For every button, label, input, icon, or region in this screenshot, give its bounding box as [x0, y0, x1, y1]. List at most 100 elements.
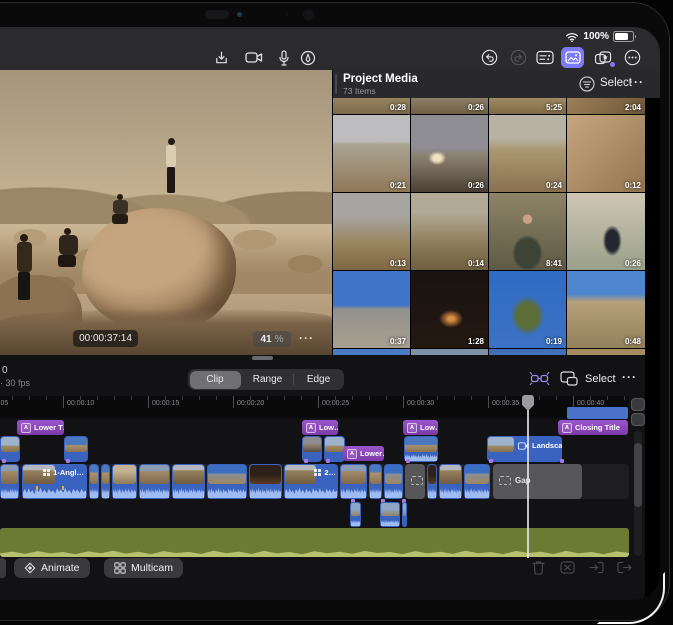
storyline-clip[interactable] [172, 464, 205, 499]
audio-waveform [23, 485, 86, 498]
clip-duration: 0:14 [468, 259, 484, 268]
viewer-person-standing-left [16, 234, 34, 304]
media-filter-button[interactable] [579, 76, 595, 92]
panel-resize-handle[interactable] [252, 356, 273, 360]
title-clip[interactable]: ALower… [343, 446, 384, 461]
storyline-clip[interactable] [439, 464, 462, 499]
storyline-clip[interactable] [207, 464, 247, 499]
media-thumbnail[interactable]: 0:26 [567, 193, 645, 270]
viewer-person-sitting [112, 194, 130, 228]
timeline-more-button[interactable]: ··· [622, 370, 637, 384]
media-thumbnail[interactable]: 0:19 [489, 271, 566, 348]
ruler-label: 00:00:40 [577, 400, 604, 407]
storyline-clip-multicam[interactable]: 2… [284, 464, 338, 499]
viewer-overlay-button[interactable] [560, 371, 578, 386]
viewer-zoom-control[interactable]: 41 % [253, 331, 291, 347]
title-clip-closing[interactable]: AClosing Title [558, 420, 628, 435]
clip-duration: 0:19 [546, 337, 562, 346]
storyline-clip[interactable] [464, 464, 490, 499]
media-thumbnail[interactable]: 5:25 [489, 98, 566, 114]
media-thumbnail[interactable]: 0:12 [567, 115, 645, 192]
clip-thumbnail [341, 465, 366, 484]
redo-button[interactable] [507, 48, 529, 67]
connected-clip-landscape[interactable]: Landscap… [487, 436, 562, 462]
viewer-more-button[interactable]: ··· [299, 331, 314, 345]
import-button[interactable] [210, 48, 232, 67]
media-thumbnail[interactable]: 0:37 [333, 271, 410, 348]
media-more-button[interactable]: ··· [629, 75, 644, 89]
clip-thumbnail [102, 465, 109, 484]
media-thumbnail[interactable]: 0:24 [489, 115, 566, 192]
media-select-button[interactable]: Select [600, 77, 632, 89]
media-thumbnail[interactable]: 0:26 [411, 98, 488, 114]
inspector-button[interactable] [534, 48, 556, 67]
timeline-ruler[interactable]: 00:00:05 00:00:10 00:00:15 00:00:20 00:0… [0, 396, 629, 418]
storyline-clip[interactable] [112, 464, 137, 499]
effects-button[interactable] [592, 48, 614, 67]
ruler-label: 00:00:10 [67, 400, 94, 407]
title-clip[interactable]: ALow… [403, 420, 438, 435]
timeline-section: 0 · 30 fps Clip Range Edge Select ··· [0, 355, 645, 600]
media-browser-button[interactable] [561, 47, 584, 68]
storyline-clip-multicam[interactable]: 1-Angl… [22, 464, 87, 499]
clip-duration: 5:25 [546, 103, 562, 112]
clip-duration: 1:28 [468, 337, 484, 346]
panel-drag-bar[interactable] [335, 74, 337, 94]
toolbar-partial-button[interactable] [0, 558, 6, 578]
storyline-clip[interactable] [139, 464, 170, 499]
multicam-button[interactable]: Multicam [104, 558, 183, 578]
pencil-tool-button[interactable] [297, 48, 319, 67]
connected-clip-bar[interactable] [567, 407, 628, 419]
media-thumbnail[interactable]: 0:14 [411, 193, 488, 270]
record-button[interactable] [243, 48, 265, 67]
media-thumbnail[interactable]: 0:13 [333, 193, 410, 270]
media-thumbnail[interactable]: 8:41 [489, 193, 566, 270]
undo-button[interactable] [478, 48, 500, 67]
audio-waveform [208, 485, 246, 498]
gap-clip-small[interactable]: G… [405, 464, 425, 499]
storyline-clip[interactable] [340, 464, 367, 499]
mode-clip[interactable]: Clip [190, 371, 241, 389]
audio-waveform [250, 485, 281, 498]
delete-button[interactable] [529, 559, 547, 576]
storyline-clip[interactable] [249, 464, 282, 499]
connected-clip-below[interactable] [350, 502, 361, 527]
viewer-timecode[interactable]: 00:00:37:14 [73, 330, 138, 347]
storyline-clip[interactable] [89, 464, 99, 499]
storyline-clip[interactable] [101, 464, 110, 499]
title-clip-label: Lower T… [34, 423, 64, 432]
storyline-clip[interactable] [384, 464, 403, 499]
timeline-scrollbar-thumb[interactable] [634, 443, 642, 507]
clip-thumbnail [488, 437, 514, 452]
multicam-icon [114, 562, 126, 574]
timeline-select-button[interactable]: Select [585, 373, 616, 385]
animate-button[interactable]: Animate [14, 558, 90, 578]
jog-wheel-button[interactable] [529, 371, 550, 386]
media-thumbnail[interactable]: 0:26 [411, 115, 488, 192]
audio-waveform [428, 485, 436, 498]
media-thumbnail[interactable]: 0:48 [567, 271, 645, 348]
connected-clip-below[interactable] [402, 502, 407, 527]
title-clip[interactable]: ALower T… [17, 420, 64, 435]
timeline-scroll-button-top[interactable] [631, 398, 645, 411]
blade-button[interactable] [558, 559, 576, 576]
timeline-scrollbar[interactable] [634, 431, 642, 556]
timeline-scroll-button-bottom[interactable] [631, 413, 645, 426]
media-thumbnail[interactable]: 2:04 [567, 98, 645, 114]
undo-icon [481, 49, 498, 66]
mode-edge[interactable]: Edge [293, 369, 344, 390]
media-thumbnail[interactable]: 0:21 [333, 115, 410, 192]
title-clip[interactable]: ALow… [302, 420, 338, 435]
gap-clip[interactable]: Gap [493, 464, 582, 499]
more-button[interactable] [621, 48, 643, 67]
media-thumbnail[interactable]: 0:28 [333, 98, 410, 114]
storyline-clip[interactable] [0, 464, 19, 499]
storyline-clip[interactable] [427, 464, 437, 499]
clip-thumbnail [303, 437, 321, 452]
media-thumbnail[interactable]: 1:28 [411, 271, 488, 348]
connected-clip-below[interactable] [380, 502, 400, 527]
storyline-clip[interactable] [369, 464, 382, 499]
voiceover-button[interactable] [273, 48, 295, 67]
audio-track[interactable] [0, 528, 629, 557]
mode-range[interactable]: Range [242, 369, 293, 390]
